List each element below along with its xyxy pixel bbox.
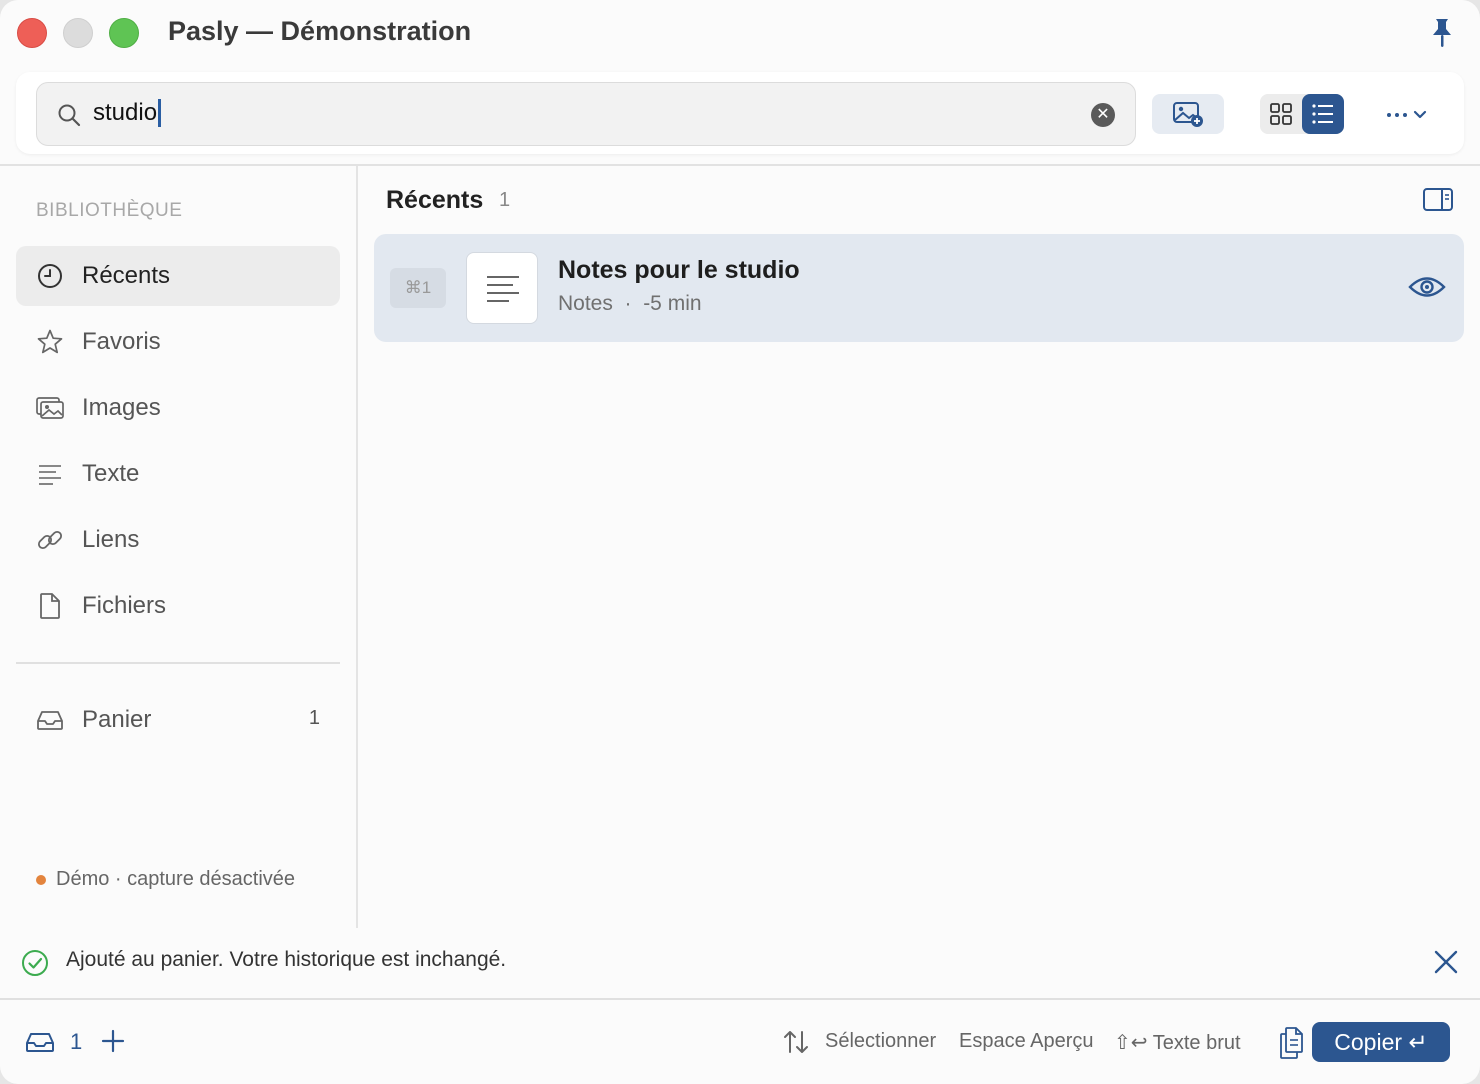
sidebar-item-label: Récents bbox=[82, 262, 171, 289]
plus-icon[interactable] bbox=[100, 1028, 126, 1054]
capture-status: Démo · capture désactivée bbox=[36, 868, 295, 891]
list-item[interactable]: ⌘1 Notes pour le studio Notes · -5 min bbox=[374, 234, 1464, 342]
tray-icon bbox=[37, 711, 63, 730]
ellipsis-chevron-icon bbox=[1387, 110, 1427, 119]
star-icon bbox=[37, 329, 63, 354]
hint-raw-text: ⇧↩ Texte brut bbox=[1114, 1032, 1241, 1054]
item-meta: Notes · -5 min bbox=[558, 292, 702, 315]
images-icon bbox=[36, 397, 64, 419]
clock-icon bbox=[38, 264, 62, 288]
close-icon[interactable] bbox=[1432, 948, 1460, 976]
toolbar: studio ✕ bbox=[16, 72, 1464, 154]
file-icon bbox=[40, 593, 60, 619]
sidebar-right-icon bbox=[1423, 188, 1453, 211]
sidebar-item-recents[interactable]: Récents bbox=[16, 246, 340, 306]
hint-space-preview: Espace Aperçu bbox=[959, 1030, 1094, 1052]
window-title: Pasly — Démonstration bbox=[168, 16, 472, 46]
sidebar-item-panier[interactable]: Panier 1 bbox=[16, 690, 340, 750]
text-caret bbox=[158, 99, 162, 127]
search-value: studio bbox=[93, 99, 158, 126]
minimize-window-button[interactable] bbox=[63, 18, 93, 48]
close-window-button[interactable] bbox=[17, 18, 47, 48]
item-thumbnail bbox=[466, 252, 538, 324]
search-input[interactable]: studio bbox=[93, 99, 162, 127]
status-dot bbox=[36, 874, 46, 885]
toggle-inspector-button[interactable] bbox=[1422, 186, 1454, 214]
add-image-button[interactable] bbox=[1152, 94, 1224, 134]
view-mode-toggle bbox=[1260, 94, 1344, 134]
sidebar-item-liens[interactable]: Liens bbox=[16, 510, 340, 570]
sidebar-item-label: Texte bbox=[82, 460, 140, 487]
eye-icon[interactable] bbox=[1408, 272, 1446, 302]
item-title: Notes pour le studio bbox=[558, 256, 800, 284]
sidebar-item-fichiers[interactable]: Fichiers bbox=[16, 576, 340, 636]
sidebar: BIBLIOTHÈQUE Récents Favoris Images Text… bbox=[0, 166, 356, 928]
notification-toast: Ajouté au panier. Votre historique est i… bbox=[0, 928, 1480, 998]
grid-icon bbox=[1270, 103, 1292, 125]
sidebar-item-label: Fichiers bbox=[82, 592, 167, 619]
search-field[interactable]: studio ✕ bbox=[36, 82, 1136, 146]
toast-message: Ajouté au panier. Votre historique est i… bbox=[66, 948, 507, 971]
item-count: 1 bbox=[499, 189, 511, 211]
page-title: Récents bbox=[386, 186, 484, 214]
app-window: Pasly — Démonstration studio ✕ BIBLIOTHÈ… bbox=[0, 0, 1480, 1084]
up-down-arrows-icon bbox=[784, 1031, 808, 1053]
check-circle-icon bbox=[22, 950, 48, 976]
sidebar-item-favoris[interactable]: Favoris bbox=[16, 312, 340, 372]
copy-button-label: Copier ↵ bbox=[1334, 1028, 1428, 1055]
copy-documents-icon[interactable] bbox=[1277, 1026, 1307, 1060]
bottom-bar: 1 Sélectionner Espace Aperçu ⇧↩ Texte br… bbox=[0, 1000, 1480, 1084]
tray-icon[interactable] bbox=[24, 1028, 56, 1056]
sidebar-item-texte[interactable]: Texte bbox=[16, 444, 340, 504]
grid-view-button[interactable] bbox=[1260, 94, 1302, 134]
copy-button[interactable]: Copier ↵ bbox=[1312, 1022, 1450, 1062]
hint-select: Sélectionner bbox=[825, 1030, 937, 1052]
tray-count: 1 bbox=[70, 1029, 83, 1054]
more-options-button[interactable] bbox=[1382, 94, 1440, 134]
shortcut-badge: ⌘1 bbox=[390, 268, 446, 308]
sidebar-item-label: Favoris bbox=[82, 328, 161, 355]
sidebar-item-label: Images bbox=[82, 394, 161, 421]
main-content: Récents 1 ⌘1 Notes pour le studio Notes … bbox=[358, 166, 1480, 928]
text-lines-icon bbox=[39, 465, 61, 485]
sidebar-divider bbox=[16, 662, 340, 664]
link-icon bbox=[37, 530, 63, 550]
zoom-window-button[interactable] bbox=[109, 18, 139, 48]
sidebar-item-images[interactable]: Images bbox=[16, 378, 340, 438]
image-add-icon bbox=[1173, 102, 1203, 127]
list-view-button[interactable] bbox=[1302, 94, 1344, 134]
search-icon bbox=[58, 104, 81, 127]
tray-count-badge: 1 bbox=[308, 707, 320, 729]
clear-circle-icon[interactable]: ✕ bbox=[1091, 103, 1115, 127]
title-bar: Pasly — Démonstration bbox=[0, 0, 1480, 66]
pin-icon[interactable] bbox=[1426, 16, 1458, 50]
library-section-title: BIBLIOTHÈQUE bbox=[36, 200, 183, 221]
text-lines-icon bbox=[487, 276, 519, 302]
sidebar-item-label: Liens bbox=[82, 526, 140, 553]
list-icon bbox=[1312, 104, 1333, 124]
sidebar-item-label: Panier bbox=[82, 706, 152, 733]
status-text: Démo · capture désactivée bbox=[56, 868, 296, 890]
